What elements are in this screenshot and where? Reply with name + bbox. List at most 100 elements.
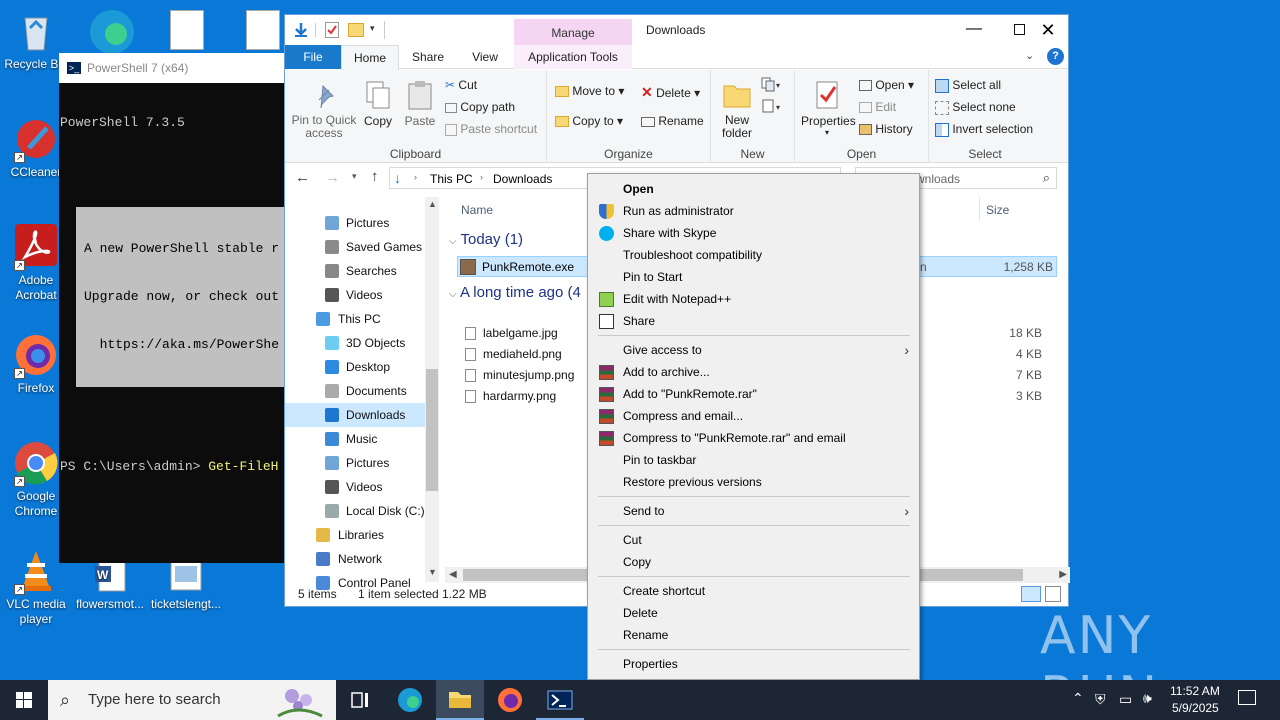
nav-item-videos[interactable]: Videos [285, 283, 425, 307]
menu-item-run-as-administrator[interactable]: Run as administrator [590, 200, 917, 222]
tab-share[interactable]: Share [399, 45, 457, 69]
minimize-button[interactable]: — [951, 15, 997, 45]
tab-view[interactable]: View [457, 45, 513, 69]
recent-locations-icon[interactable]: ▾ [352, 171, 357, 182]
copy-to-button[interactable]: Copy to ▾ [555, 114, 623, 128]
tab-file[interactable]: File [285, 45, 341, 69]
menu-item-create-shortcut[interactable]: Create shortcut [590, 580, 917, 602]
back-button[interactable]: ← [295, 169, 310, 186]
menu-item-compress-and-email[interactable]: Compress and email... [590, 405, 917, 427]
rename-button[interactable]: Rename [641, 114, 704, 128]
pin-quick-access-button[interactable]: Pin to Quick access [291, 80, 357, 140]
nav-item-libraries[interactable]: Libraries [285, 523, 425, 547]
qat-dropdown-icon[interactable]: ▾ [370, 23, 375, 34]
tab-home[interactable]: Home [341, 45, 399, 70]
powershell-window[interactable]: >_ PowerShell 7 (x64) PowerShell 7.3.5 A… [59, 53, 285, 563]
nav-item-downloads[interactable]: Downloads [285, 403, 425, 427]
column-header-size[interactable]: Size [986, 203, 1009, 217]
menu-item-pin-to-taskbar[interactable]: Pin to taskbar [590, 449, 917, 471]
firefox-taskbar-icon[interactable] [486, 680, 534, 720]
title-bar[interactable]: ▾ Manage Downloads — ✕ [285, 15, 1068, 45]
scroll-down-arrow[interactable]: ▼ [428, 567, 437, 577]
select-none-button[interactable]: Select none [935, 100, 1016, 115]
copy-button[interactable]: Copy [363, 80, 393, 128]
history-button[interactable]: History [859, 122, 913, 136]
move-to-button[interactable]: Move to ▾ [555, 84, 624, 98]
menu-item-delete[interactable]: Delete [590, 602, 917, 624]
new-item-icon[interactable]: ▾ [761, 76, 783, 92]
task-view-button[interactable] [336, 680, 384, 720]
scroll-right-arrow[interactable]: ▶ [1059, 569, 1067, 580]
menu-item-share-with-skype[interactable]: Share with Skype [590, 222, 917, 244]
scroll-up-arrow[interactable]: ▲ [428, 199, 437, 209]
breadcrumb-downloads[interactable]: Downloads [493, 172, 552, 186]
properties-quick-icon[interactable] [325, 22, 339, 38]
menu-item-pin-to-start[interactable]: Pin to Start [590, 266, 917, 288]
menu-item-troubleshoot-compatibility[interactable]: Troubleshoot compatibility [590, 244, 917, 266]
close-button[interactable]: ✕ [1025, 15, 1071, 45]
menu-item-give-access-to[interactable]: Give access to › [590, 339, 917, 361]
edge-taskbar-icon[interactable] [386, 680, 434, 720]
nav-item-searches[interactable]: Searches [285, 259, 425, 283]
forward-button[interactable]: → [325, 169, 340, 186]
nav-item-this-pc[interactable]: This PC [285, 307, 425, 331]
network-icon[interactable]: ▭ [1119, 691, 1132, 708]
clock-time[interactable]: 11:52 AM [1170, 684, 1220, 698]
notifications-icon[interactable] [1238, 690, 1256, 705]
volume-icon[interactable]: 🕪 [1143, 690, 1152, 707]
start-button[interactable] [0, 680, 48, 720]
image-file-desktop-icon[interactable] [170, 10, 204, 50]
select-all-button[interactable]: Select all [935, 78, 1001, 93]
group-header-long-ago[interactable]: ⌵ A long time ago (4 [449, 284, 581, 301]
new-folder-button[interactable]: New folder [717, 80, 757, 140]
nav-item-desktop[interactable]: Desktop [285, 355, 425, 379]
delete-button[interactable]: ✕ Delete ▾ [641, 84, 700, 101]
menu-item-edit-with-notepad[interactable]: Edit with Notepad++ [590, 288, 917, 310]
desktop-icon-word-doc[interactable]: W flowersmot... [74, 558, 146, 612]
navigation-pane[interactable]: Pictures Saved Games Searches Videos This PC… [285, 193, 439, 590]
menu-item-add-to-archive[interactable]: Add to archive... [590, 361, 917, 383]
defender-icon[interactable]: ⛨ [1095, 691, 1106, 708]
properties-button[interactable]: Properties ▾ [801, 80, 856, 137]
menu-item-cut[interactable]: Cut [590, 529, 917, 551]
group-header-today[interactable]: ⌵ Today (1) [449, 231, 523, 248]
menu-item-share[interactable]: Share [590, 310, 917, 332]
help-icon[interactable]: ? [1047, 48, 1064, 65]
breadcrumb-this-pc[interactable]: This PC [430, 172, 473, 186]
nav-item-3d-objects[interactable]: 3D Objects [285, 331, 425, 355]
nav-item-documents[interactable]: Documents [285, 379, 425, 403]
paste-button[interactable]: Paste [403, 80, 437, 128]
details-view-button[interactable] [1021, 586, 1041, 602]
nav-item-videos[interactable]: Videos [285, 475, 425, 499]
file-explorer-taskbar-icon[interactable] [436, 680, 484, 720]
nav-item-music[interactable]: Music [285, 427, 425, 451]
expand-ribbon-icon[interactable]: ⌄ [1025, 49, 1034, 62]
image-file-desktop-icon[interactable] [246, 10, 280, 50]
taskbar-search-box[interactable]: ⌕ Type here to search [48, 680, 336, 720]
menu-item-copy[interactable]: Copy [590, 551, 917, 573]
nav-item-local-disk-c[interactable]: Local Disk (C:) [285, 499, 425, 523]
tab-application-tools[interactable]: Application Tools [514, 45, 632, 69]
edit-button[interactable]: Edit [859, 100, 896, 114]
nav-item-network[interactable]: Network [285, 547, 425, 571]
scroll-left-arrow[interactable]: ◀ [449, 569, 457, 580]
open-button[interactable]: Open ▾ [859, 78, 914, 92]
new-folder-quick-icon[interactable] [348, 23, 364, 37]
show-hidden-icons-chevron-icon[interactable]: ⌃ [1072, 690, 1084, 707]
powershell-taskbar-icon[interactable] [536, 680, 584, 720]
desktop-icon-image-file[interactable]: ticketslengt... [150, 558, 222, 612]
cut-button[interactable]: ✂ Cut [445, 78, 477, 92]
menu-item-open[interactable]: Open [590, 178, 917, 200]
menu-item-compress-to-punkremote-rar-and-email[interactable]: Compress to "PunkRemote.rar" and email [590, 427, 917, 449]
up-button[interactable]: ↑ [371, 168, 379, 185]
nav-scrollbar[interactable]: ▲ ▼ [425, 197, 439, 582]
edge-desktop-icon[interactable] [86, 6, 138, 54]
paste-shortcut-button[interactable]: Paste shortcut [445, 122, 537, 136]
powershell-titlebar[interactable]: >_ PowerShell 7 (x64) [59, 53, 285, 83]
invert-selection-button[interactable]: Invert selection [935, 122, 1033, 137]
menu-item-send-to[interactable]: Send to › [590, 500, 917, 522]
copy-path-button[interactable]: Copy path [445, 100, 515, 114]
menu-item-rename[interactable]: Rename [590, 624, 917, 646]
menu-item-properties[interactable]: Properties [590, 653, 917, 675]
column-header-name[interactable]: Name [461, 203, 493, 217]
